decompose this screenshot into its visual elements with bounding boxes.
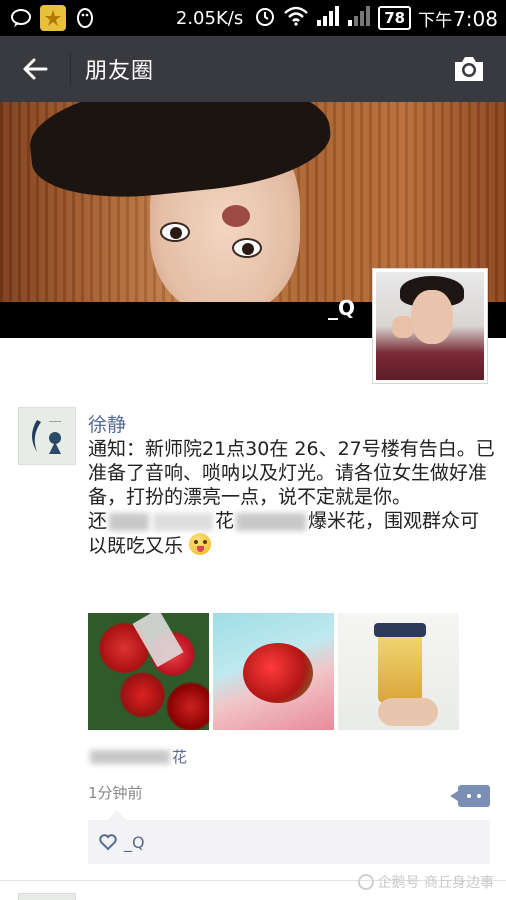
post-text: 通知：新师院21点30在 26、27号楼有告白。已准备了音响、唢呐以及灯光。请各… (88, 438, 495, 557)
taobao-icon (40, 5, 66, 31)
chat-bubble-icon (8, 5, 34, 31)
comment-button[interactable] (450, 785, 490, 807)
svg-text:~~~: ~~~ (49, 419, 61, 426)
post-photo-roses[interactable] (88, 613, 209, 730)
camera-button[interactable] (452, 53, 486, 85)
heart-icon (99, 834, 117, 851)
cover-owner-name: _Q (328, 296, 356, 320)
clock: 下午7:08 (418, 6, 498, 31)
back-button[interactable] (0, 36, 70, 102)
battery-icon: 78 (378, 6, 412, 30)
next-post-avatar[interactable] (18, 893, 76, 900)
header-divider (70, 52, 71, 86)
penguin-icon (72, 5, 98, 31)
page-title: 朋友圈 (85, 59, 155, 84)
post-photo-popcorn[interactable] (338, 613, 459, 730)
post-author-avatar[interactable]: ~~~ (18, 407, 76, 465)
header-bar: 朋友圈 (0, 36, 506, 102)
post-author-name[interactable]: 徐静 (88, 410, 126, 437)
watermark: 企鹅号 商丘身边事 (357, 872, 494, 892)
penguin-watermark-icon (357, 874, 374, 890)
post-location[interactable]: 花 (88, 746, 187, 767)
signal-2-icon (347, 5, 371, 32)
wifi-icon (283, 6, 309, 31)
network-speed: 2.05K/s (175, 7, 244, 29)
camera-icon (455, 57, 483, 81)
profile-avatar[interactable] (372, 268, 488, 384)
alarm-icon (254, 5, 276, 32)
liker-name[interactable]: _Q (124, 833, 145, 852)
post-photos (88, 613, 459, 730)
post-photo-bouquet[interactable] (213, 613, 334, 730)
arrow-left-icon (23, 58, 48, 80)
post-time: 1分钟前 (88, 784, 143, 802)
likes-box: _Q (88, 810, 490, 864)
status-bar: 2.05K/s 78 下午7:08 (0, 0, 506, 36)
cover-photo-detail (222, 205, 250, 227)
signal-icon (316, 5, 340, 32)
tongue-emoji-icon (189, 533, 212, 555)
